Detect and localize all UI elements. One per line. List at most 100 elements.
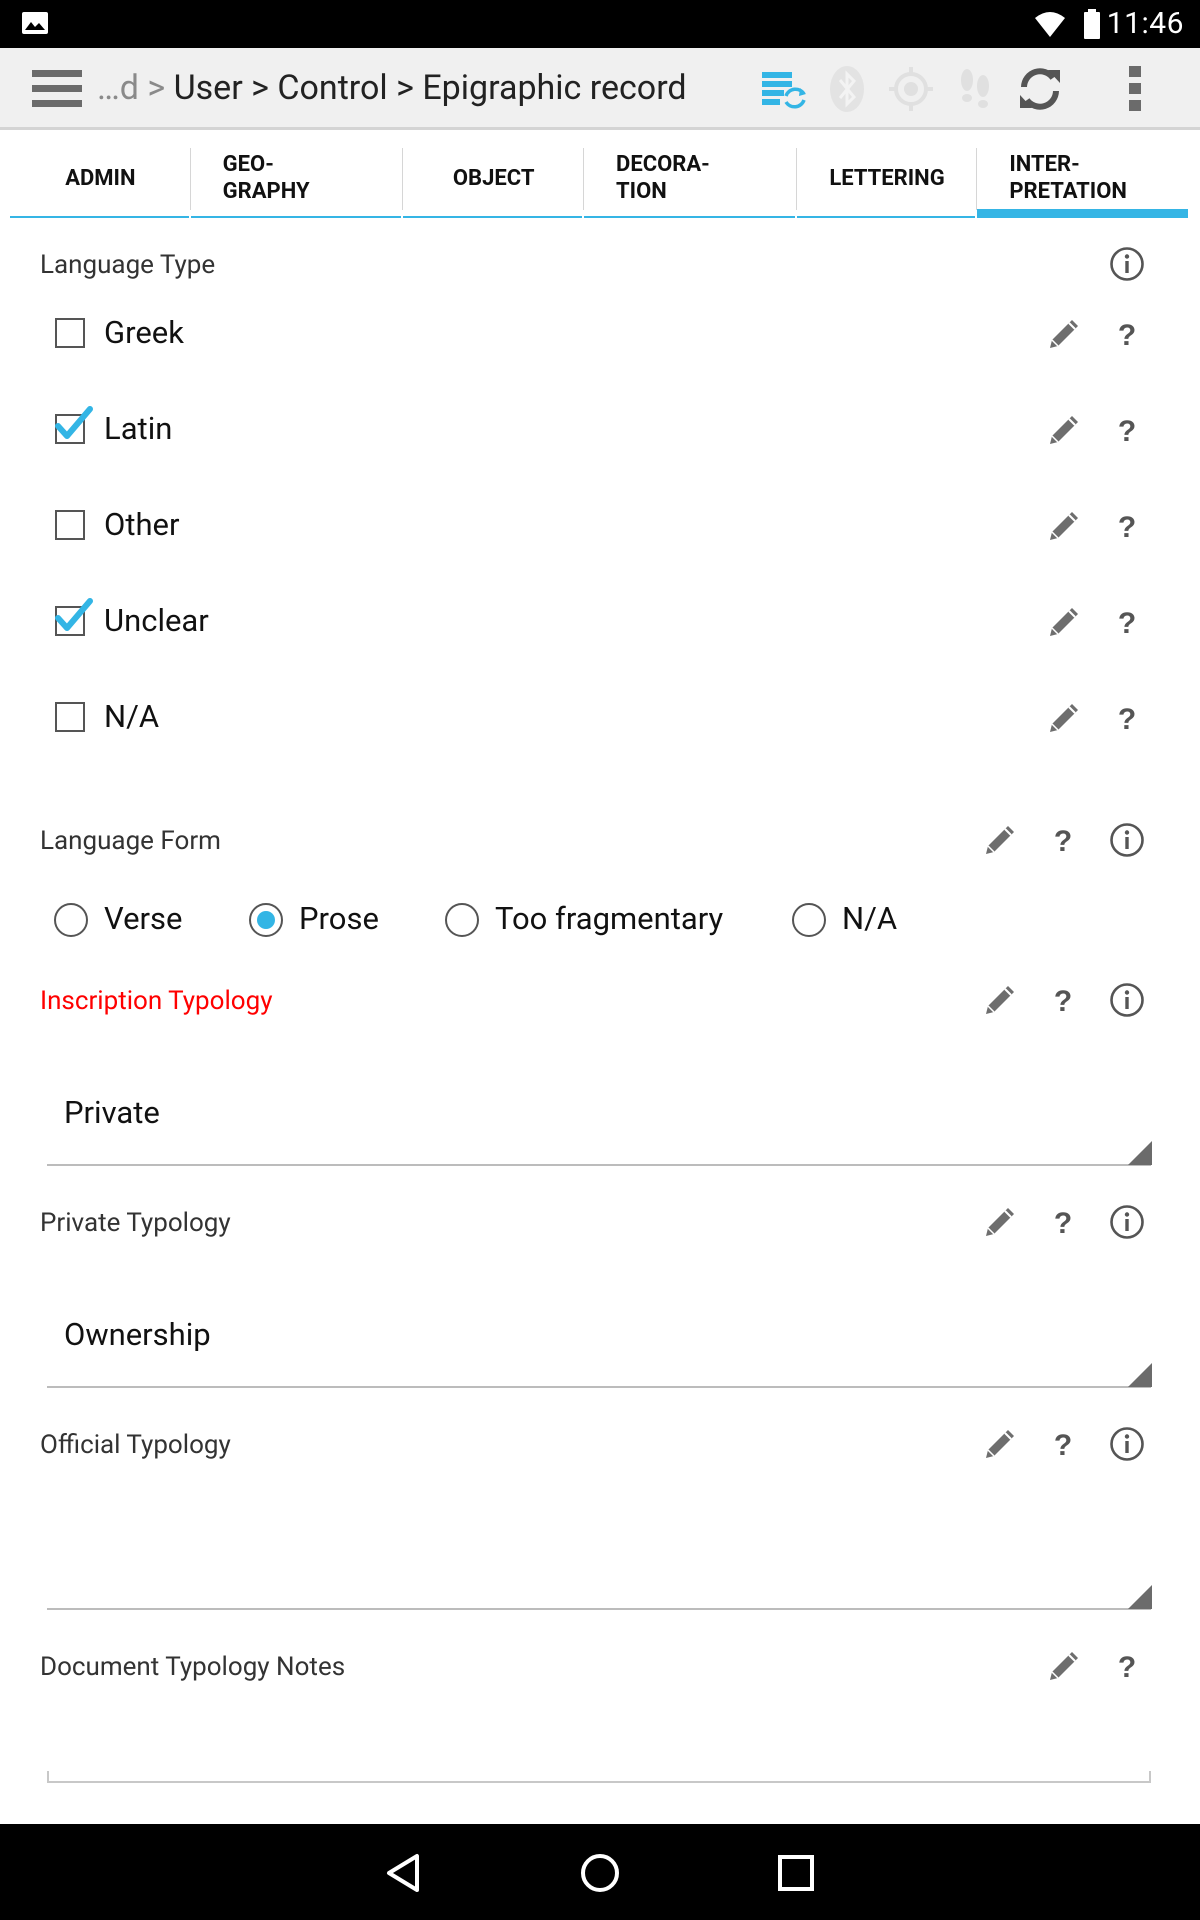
info-icon[interactable] (1109, 822, 1145, 858)
tab-lettering[interactable]: LETTERING (796, 138, 978, 218)
status-time: 11:46 (1106, 6, 1184, 41)
breadcrumb-separator: > (138, 68, 174, 108)
breadcrumb-epigraphic-record: Epigraphic record (422, 68, 687, 108)
radio-label[interactable]: Verse (104, 900, 182, 937)
svg-text:?: ? (1118, 607, 1136, 640)
tab-decoration[interactable]: DECORA- TION (584, 138, 797, 218)
pencil-icon[interactable] (1046, 412, 1082, 448)
inscription-typology-label: Inscription Typology (40, 986, 273, 1016)
option-label: Latin (104, 410, 173, 447)
info-icon[interactable] (1109, 1204, 1145, 1240)
breadcrumb-separator: > (387, 68, 423, 108)
checkbox-checked[interactable] (55, 598, 93, 636)
breadcrumb: …d > User > Control > Epigraphic record (97, 68, 687, 108)
bluetooth-icon[interactable] (822, 64, 872, 114)
tab-object[interactable]: OBJECT (403, 138, 584, 218)
inscription-typology-underline (47, 1164, 1151, 1166)
svg-text:?: ? (1118, 319, 1136, 352)
action-bar: …d > User > Control > Epigraphic record (0, 48, 1200, 130)
dropdown-corner-icon[interactable] (1128, 1363, 1152, 1387)
tab-label: DECORA- TION (616, 152, 710, 204)
info-icon[interactable] (1109, 982, 1145, 1018)
svg-text:?: ? (1118, 1651, 1136, 1684)
tab-label: GEO- GRAPHY (222, 152, 310, 204)
pencil-icon[interactable] (1046, 604, 1082, 640)
question-icon[interactable]: ? (1109, 508, 1145, 544)
hamburger-menu-icon[interactable] (32, 70, 82, 108)
radio-label[interactable]: Prose (299, 900, 379, 937)
breadcrumb-user[interactable]: User (174, 68, 243, 108)
gps-icon[interactable] (886, 64, 936, 114)
overflow-menu-icon[interactable] (1110, 64, 1160, 114)
question-icon[interactable]: ? (1109, 316, 1145, 352)
pencil-icon[interactable] (1046, 316, 1082, 352)
option-label: Greek (104, 314, 184, 351)
radio-unselected[interactable] (445, 903, 479, 937)
recents-icon[interactable] (771, 1848, 821, 1898)
question-icon[interactable]: ? (1109, 1648, 1145, 1684)
pencil-icon[interactable] (1046, 1648, 1082, 1684)
gallery-notification-icon (22, 12, 48, 34)
question-icon[interactable]: ? (1045, 982, 1081, 1018)
dropdown-corner-icon[interactable] (1128, 1141, 1152, 1165)
breadcrumb-truncated[interactable]: …d (97, 68, 139, 108)
battery-icon (1084, 9, 1100, 39)
checkbox-unchecked[interactable] (55, 702, 85, 732)
checkbox-unchecked[interactable] (55, 318, 85, 348)
tab-admin[interactable]: ADMIN (10, 138, 191, 218)
language-form-label: Language Form (40, 826, 221, 856)
option-label: N/A (104, 698, 160, 735)
radio-unselected[interactable] (792, 903, 826, 937)
question-icon[interactable]: ? (1109, 604, 1145, 640)
dropdown-corner-icon[interactable] (1128, 1585, 1152, 1609)
tab-geography[interactable]: GEO- GRAPHY (190, 138, 404, 218)
option-label: Other (104, 506, 180, 543)
official-typology-label: Official Typology (40, 1430, 231, 1460)
refresh-icon[interactable] (1015, 64, 1065, 114)
svg-text:?: ? (1054, 1207, 1072, 1240)
tab-label: ADMIN (65, 165, 136, 191)
pencil-icon[interactable] (1046, 508, 1082, 544)
question-icon[interactable]: ? (1045, 1204, 1081, 1240)
breadcrumb-control[interactable]: Control (277, 68, 387, 108)
section-tabs: ADMIN GEO- GRAPHY OBJECT DECORA- TION LETTER… (10, 138, 1190, 218)
question-icon[interactable]: ? (1109, 412, 1145, 448)
tab-label: INTER- PRETATION (1009, 152, 1127, 204)
document-typology-notes-label: Document Typology Notes (40, 1652, 346, 1682)
text-field-right-tick (1149, 1771, 1151, 1783)
home-icon[interactable] (575, 1848, 625, 1898)
footsteps-icon[interactable] (950, 64, 1000, 114)
checkbox-checked[interactable] (55, 406, 93, 444)
private-typology-select[interactable]: Ownership (64, 1316, 211, 1353)
pencil-icon[interactable] (982, 1204, 1018, 1240)
info-icon[interactable] (1109, 1426, 1145, 1462)
pencil-icon[interactable] (982, 982, 1018, 1018)
pencil-icon[interactable] (982, 1426, 1018, 1462)
question-icon[interactable]: ? (1045, 1426, 1081, 1462)
official-typology-underline (47, 1608, 1151, 1610)
pencil-icon[interactable] (982, 822, 1018, 858)
document-typology-notes-underline (47, 1781, 1151, 1783)
info-icon[interactable] (1109, 246, 1145, 282)
back-icon[interactable] (379, 1848, 429, 1898)
database-sync-icon[interactable] (758, 64, 808, 114)
private-typology-underline (47, 1386, 1151, 1388)
radio-label[interactable]: Too fragmentary (495, 900, 723, 937)
radio-selected[interactable] (249, 903, 283, 937)
tab-label: OBJECT (452, 165, 535, 191)
pencil-icon[interactable] (1046, 700, 1082, 736)
svg-text:?: ? (1118, 511, 1136, 544)
tab-label: LETTERING (829, 165, 945, 191)
status-bar: 11:46 (0, 0, 1200, 48)
navigation-bar (0, 1824, 1200, 1920)
tab-interpretation[interactable]: INTER- PRETATION (977, 138, 1190, 218)
inscription-typology-select[interactable]: Private (64, 1094, 160, 1131)
svg-text:?: ? (1054, 985, 1072, 1018)
checkbox-unchecked[interactable] (55, 510, 85, 540)
question-icon[interactable]: ? (1045, 822, 1081, 858)
svg-text:?: ? (1118, 415, 1136, 448)
question-icon[interactable]: ? (1109, 700, 1145, 736)
text-field-left-tick (47, 1771, 49, 1783)
radio-unselected[interactable] (54, 903, 88, 937)
radio-label[interactable]: N/A (842, 900, 897, 937)
